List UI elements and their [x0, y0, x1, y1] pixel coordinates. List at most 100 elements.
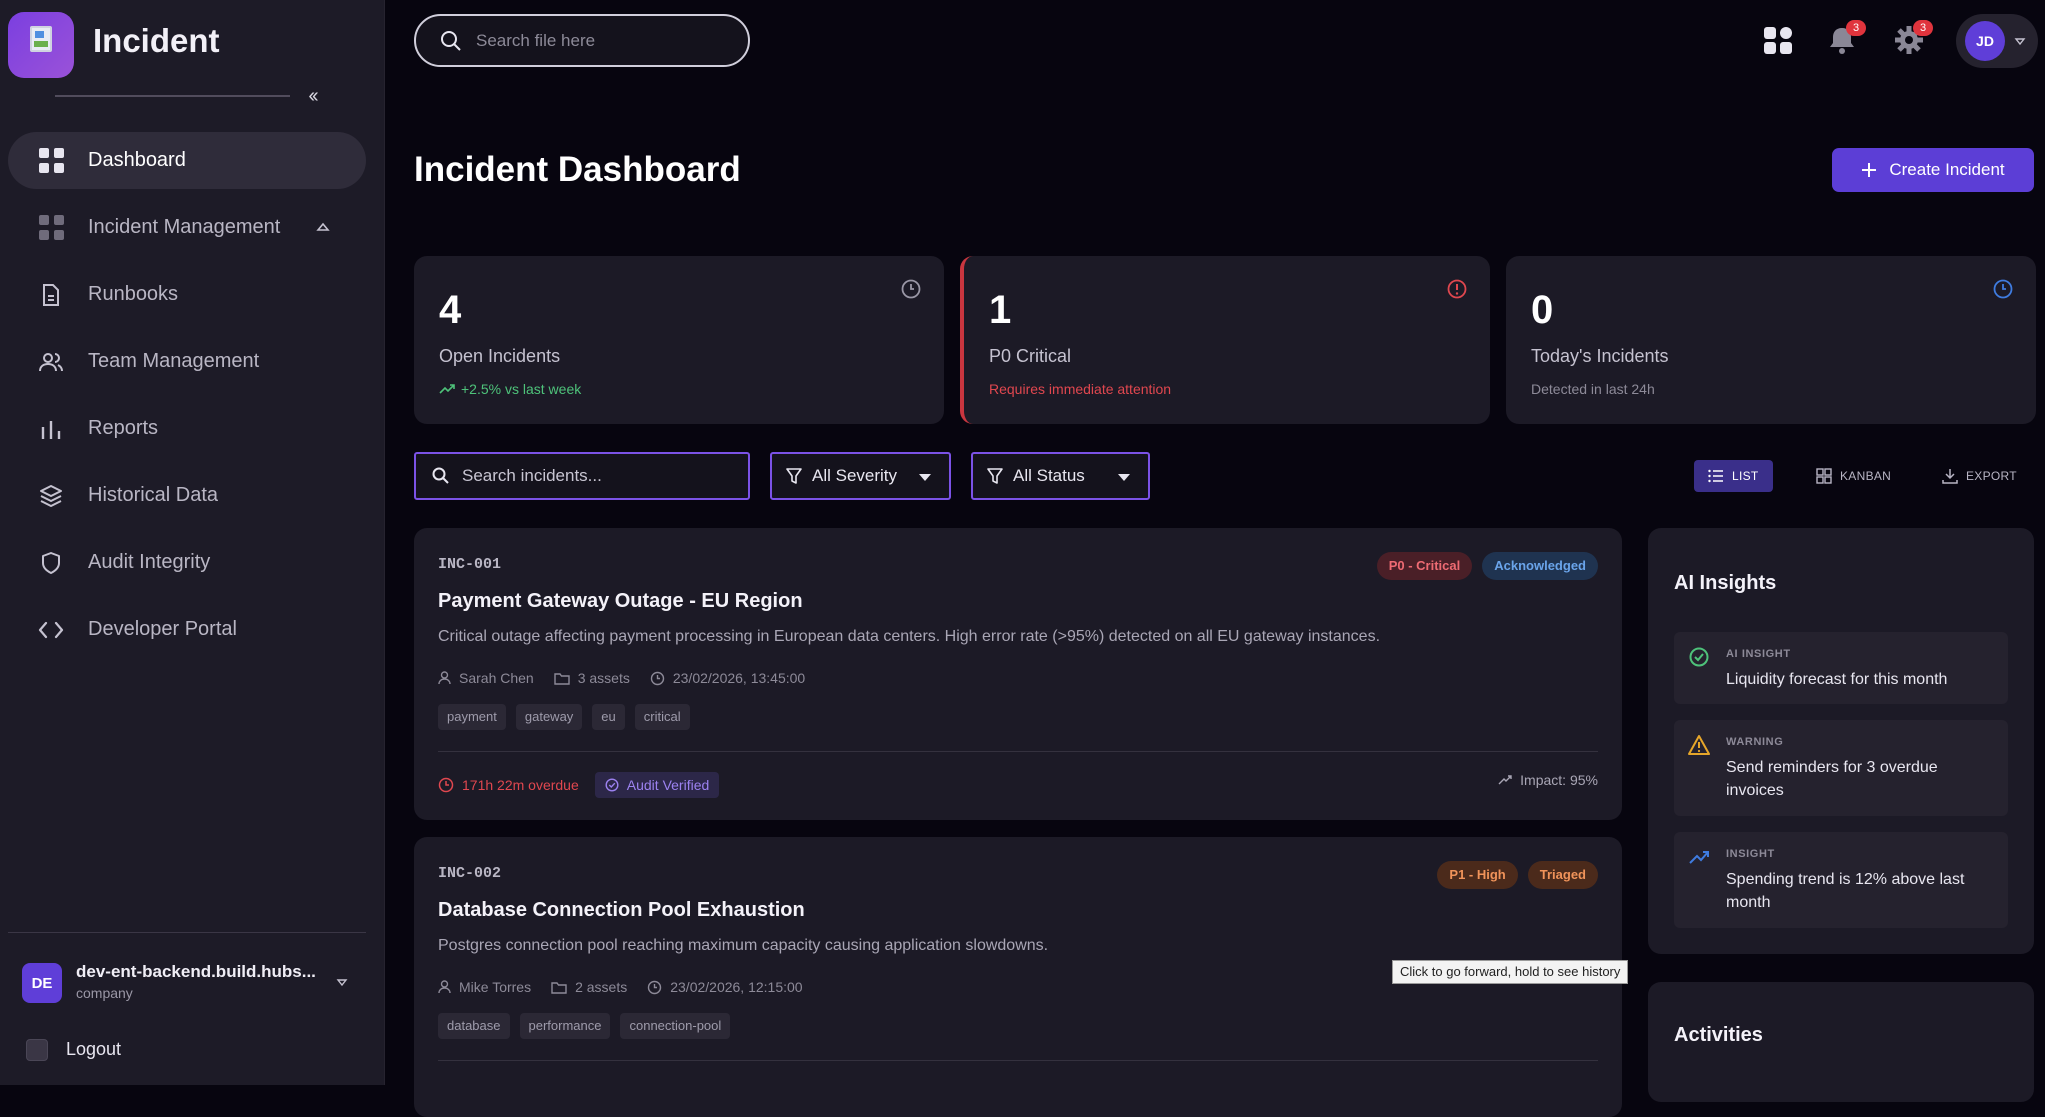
apps-icon[interactable] [1762, 24, 1794, 56]
tag-list: payment gateway eu critical [438, 704, 690, 730]
stat-card-open-incidents: 4 Open Incidents +2.5% vs last week [414, 256, 944, 424]
assignee-name: Sarah Chen [459, 670, 534, 686]
insight-item[interactable]: INSIGHT Spending trend is 12% above last… [1674, 832, 2008, 928]
tag[interactable]: critical [634, 704, 690, 730]
tag[interactable]: eu [592, 704, 625, 730]
file-search-input[interactable] [476, 30, 736, 51]
insight-item[interactable]: AI INSIGHT Liquidity forecast for this m… [1674, 632, 2008, 704]
sidebar-item-incident-management[interactable]: Incident Management [8, 199, 366, 256]
incident-search[interactable] [414, 452, 750, 500]
stat-value: 1 [989, 288, 1012, 332]
activities-panel: Activities [1648, 982, 2034, 1102]
user-menu[interactable]: JD [1956, 14, 2038, 68]
chevron-down-icon[interactable] [336, 976, 348, 988]
sidebar-item-label: Historical Data [88, 484, 219, 506]
warning-icon [1688, 735, 1710, 755]
incident-title[interactable]: Payment Gateway Outage - EU Region [438, 590, 803, 613]
sidebar-item-label: Developer Portal [88, 618, 237, 640]
app-title: Incident [93, 22, 220, 59]
clock-icon [1993, 279, 2013, 299]
timestamp: 23/02/2026, 13:45:00 [650, 670, 805, 686]
users-icon [38, 349, 64, 375]
create-incident-button[interactable]: Create Incident [1832, 148, 2034, 192]
tag[interactable]: gateway [515, 704, 583, 730]
settings-badge: 3 [1913, 20, 1933, 36]
insight-text: Liquidity forecast for this month [1726, 671, 1948, 688]
sidebar-item-developer-portal[interactable]: Developer Portal [8, 601, 366, 658]
severity-badge: P0 - Critical [1376, 552, 1473, 580]
export-button[interactable]: EXPORT [1928, 460, 2031, 492]
stat-trend: +2.5% vs last week [439, 381, 581, 397]
avatar[interactable]: JD [1965, 21, 2005, 61]
status-badge: Triaged [1527, 861, 1598, 889]
list-icon [1708, 469, 1723, 483]
incident-id: INC-001 [438, 556, 502, 573]
assets-count: 2 assets [575, 979, 628, 995]
insight-item[interactable]: WARNING Send reminders for 3 overdue inv… [1674, 720, 2008, 816]
card-divider [438, 751, 1598, 752]
trend-up-icon [1689, 851, 1709, 864]
incident-description: Critical outage affecting payment proces… [438, 628, 1381, 645]
insight-kind: AI INSIGHT [1726, 648, 1791, 660]
status-filter[interactable]: All Status [971, 452, 1150, 500]
activities-title: Activities [1674, 1024, 1763, 1046]
search-icon [432, 467, 449, 484]
incident-card[interactable]: INC-001 P0 - Critical Acknowledged Payme… [414, 528, 1622, 820]
folder-icon [551, 981, 567, 994]
sidebar-item-dashboard[interactable]: Dashboard [8, 132, 366, 189]
insight-text: Spending trend is 12% above last month [1726, 871, 1965, 911]
grid-icon [1816, 468, 1832, 484]
account-type: company [76, 985, 133, 1001]
stat-card-todays-incidents: 0 Today's Incidents Detected in last 24h [1506, 256, 2036, 424]
severity-filter[interactable]: All Severity [770, 452, 951, 500]
chevron-down-icon[interactable] [2014, 35, 2026, 47]
tag[interactable]: performance [519, 1013, 611, 1039]
stat-value: 0 [1531, 288, 1554, 332]
incident-search-input[interactable] [462, 466, 742, 486]
caret-down-icon [1118, 474, 1130, 481]
chevron-up-icon[interactable] [315, 219, 331, 235]
incident-description: Postgres connection pool reaching maximu… [438, 937, 1049, 954]
browser-tooltip: Click to go forward, hold to see history [1392, 960, 1629, 984]
export-label: EXPORT [1966, 469, 2017, 483]
tag[interactable]: connection-pool [620, 1013, 731, 1039]
app-logo [8, 12, 74, 78]
logout-icon[interactable] [26, 1039, 48, 1061]
timestamp: 23/02/2026, 12:15:00 [647, 979, 803, 995]
account-name[interactable]: dev-ent-backend.build.hubs... [76, 962, 326, 982]
broken-image-icon [30, 26, 52, 52]
overdue-text: 171h 22m overdue [462, 777, 579, 793]
sidebar-item-historical-data[interactable]: Historical Data [8, 467, 366, 524]
notifications-bell-icon[interactable]: 3 [1826, 20, 1866, 56]
file-search[interactable] [414, 14, 750, 67]
collapse-sidebar-icon[interactable]: ‹‹ [300, 84, 324, 108]
tag[interactable]: database [438, 1013, 510, 1039]
logout-button[interactable]: Logout [66, 1039, 121, 1060]
clock-icon [650, 671, 665, 685]
sidebar-item-runbooks[interactable]: Runbooks [8, 266, 366, 323]
severity-badge: P1 - High [1437, 861, 1518, 889]
stat-label: Today's Incidents [1531, 346, 1669, 366]
audit-verified-badge: Audit Verified [594, 772, 720, 798]
sidebar-nav: Dashboard Incident Management Runbooks T… [8, 132, 366, 668]
sidebar-item-team-management[interactable]: Team Management [8, 333, 366, 390]
file-icon [38, 282, 64, 308]
tag[interactable]: payment [438, 704, 506, 730]
settings-gear-icon[interactable]: 3 [1893, 20, 1933, 56]
sidebar-item-audit-integrity[interactable]: Audit Integrity [8, 534, 366, 591]
assets: 3 assets [554, 670, 630, 686]
kanban-view-button[interactable]: KANBAN [1802, 460, 1905, 492]
insight-kind: INSIGHT [1726, 848, 1775, 860]
status-badge: Acknowledged [1482, 552, 1598, 580]
account-avatar[interactable]: DE [22, 963, 62, 1003]
incident-management-icon [38, 215, 64, 241]
sidebar-item-label: Runbooks [88, 283, 179, 305]
alert-circle-icon [1447, 279, 1467, 299]
sidebar-item-reports[interactable]: Reports [8, 400, 366, 457]
notifications-badge: 3 [1846, 20, 1866, 36]
code-icon [38, 617, 64, 643]
list-view-button[interactable]: LIST [1694, 460, 1773, 492]
incident-title[interactable]: Database Connection Pool Exhaustion [438, 899, 805, 922]
user-icon [438, 980, 451, 994]
sidebar-item-label: Team Management [88, 350, 260, 372]
